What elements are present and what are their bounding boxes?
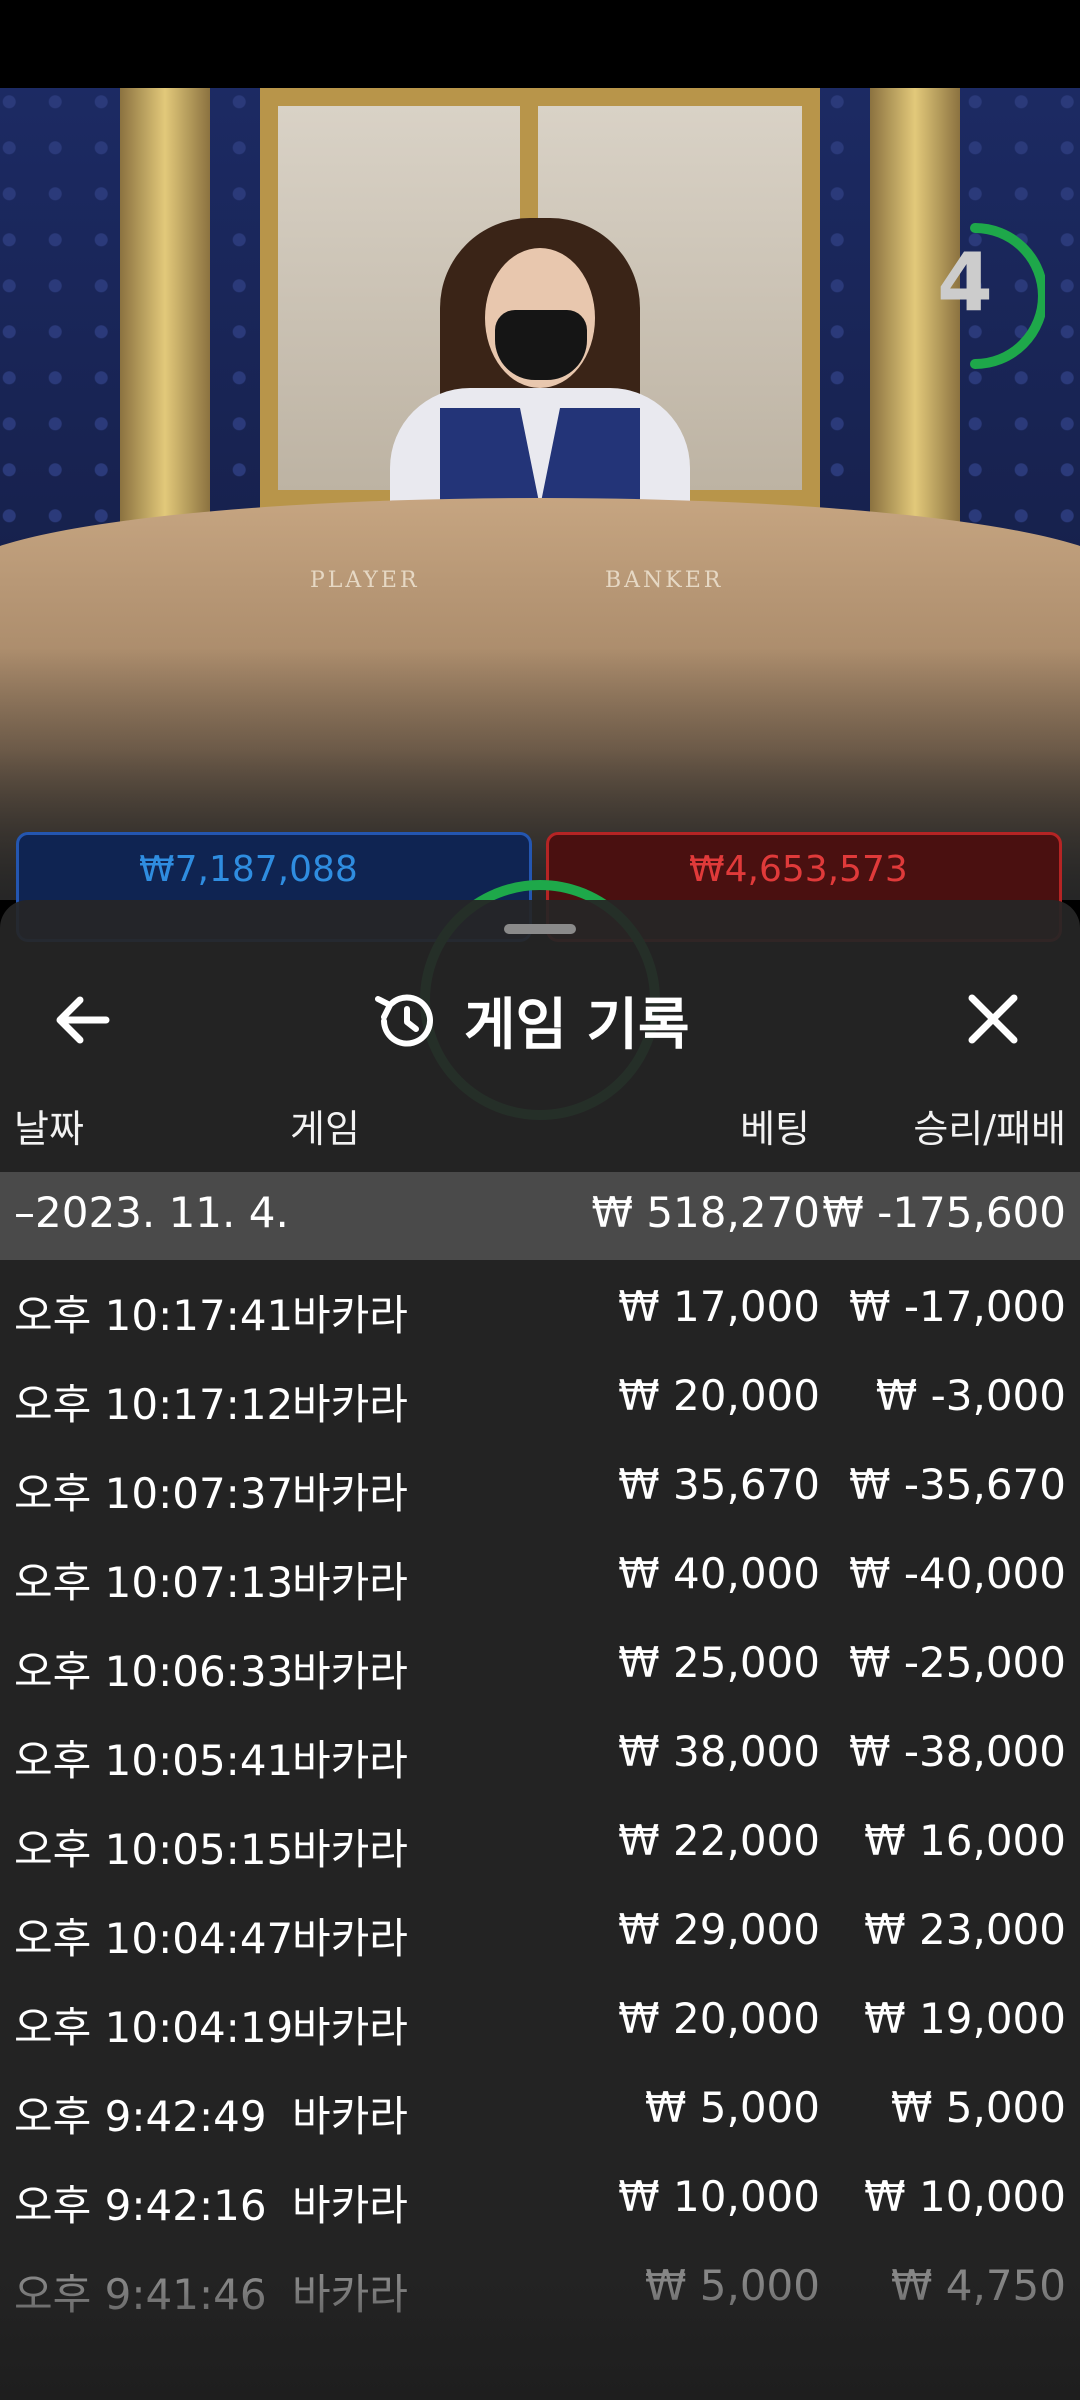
- row-bet: ₩ 35,670: [618, 1460, 820, 1509]
- dealer-mask: [495, 310, 587, 380]
- game-history-sheet: 게임 기록 날짜 게임 베팅 승리/패배 –2023. 11. 4. ₩ 518…: [0, 900, 1080, 2400]
- history-list: 오후 10:17:41 바카라 ₩ 17,000 ₩ -17,000 오후 10…: [0, 1262, 1080, 2330]
- history-row[interactable]: 오후 9:42:49 바카라 ₩ 5,000 ₩ 5,000: [0, 2063, 1080, 2152]
- row-time: 오후 9:42:49: [14, 2092, 267, 2141]
- history-row[interactable]: 오후 10:06:33 바카라 ₩ 25,000 ₩ -25,000: [0, 1618, 1080, 1707]
- row-bet: ₩ 10,000: [618, 2172, 820, 2221]
- column-header-bet: 베팅: [740, 1107, 810, 1151]
- row-win-loss: ₩ 23,000: [864, 1905, 1066, 1954]
- row-time: 오후 10:06:33: [14, 1647, 294, 1696]
- row-time: 오후 10:07:37: [14, 1469, 294, 1518]
- sheet-title: 게임 기록: [464, 992, 690, 1058]
- row-time: 오후 10:04:47: [14, 1914, 294, 1963]
- row-win-loss: ₩ -35,670: [849, 1460, 1066, 1509]
- row-bet: ₩ 40,000: [618, 1549, 820, 1598]
- gold-pillar: [120, 88, 210, 558]
- status-bar: [0, 0, 1080, 88]
- row-time: 오후 10:17:12: [14, 1380, 294, 1429]
- row-win-loss: ₩ -3,000: [875, 1371, 1066, 1420]
- history-row[interactable]: 오후 10:07:37 바카라 ₩ 35,670 ₩ -35,670: [0, 1440, 1080, 1529]
- column-header-game: 게임: [290, 1107, 360, 1151]
- row-bet: ₩ 22,000: [618, 1816, 820, 1865]
- row-game: 바카라: [292, 2181, 408, 2230]
- row-win-loss: ₩ -17,000: [849, 1282, 1066, 1331]
- row-win-loss: ₩ -40,000: [849, 1549, 1066, 1598]
- countdown-timer: 4: [935, 216, 1048, 376]
- history-icon: [375, 994, 433, 1047]
- row-game: 바카라: [292, 1914, 408, 1963]
- timer-value: 4: [937, 236, 993, 329]
- history-row[interactable]: 오후 10:17:12 바카라 ₩ 20,000 ₩ -3,000: [0, 1351, 1080, 1440]
- row-bet: ₩ 17,000: [618, 1282, 820, 1331]
- history-row[interactable]: 오후 10:04:47 바카라 ₩ 29,000 ₩ 23,000: [0, 1885, 1080, 1974]
- sheet-header: 게임 기록: [0, 960, 1080, 1080]
- row-time: 오후 10:05:41: [14, 1736, 294, 1785]
- row-game: 바카라: [292, 1825, 408, 1874]
- row-win-loss: ₩ 19,000: [864, 1994, 1066, 2043]
- row-game: 바카라: [292, 1736, 408, 1785]
- player-total: ₩7,187,088: [139, 849, 358, 890]
- live-dealer-video: PLAYER BANKER 4: [0, 88, 1080, 900]
- banker-total: ₩4,653,573: [689, 849, 908, 890]
- summary-win-loss: ₩ -175,600: [822, 1188, 1066, 1237]
- row-time: 오후 10:07:13: [14, 1558, 294, 1607]
- row-win-loss: ₩ 5,000: [890, 2083, 1066, 2132]
- history-row[interactable]: 오후 10:05:41 바카라 ₩ 38,000 ₩ -38,000: [0, 1707, 1080, 1796]
- history-row[interactable]: 오후 10:17:41 바카라 ₩ 17,000 ₩ -17,000: [0, 1262, 1080, 1351]
- back-button[interactable]: [46, 980, 126, 1060]
- row-bet: ₩ 20,000: [618, 1371, 820, 1420]
- row-time: 오후 10:05:15: [14, 1825, 294, 1874]
- arrow-left-icon: [56, 996, 110, 1044]
- table-label-banker: BANKER: [605, 568, 724, 593]
- close-icon: [968, 994, 1018, 1044]
- row-game: 바카라: [292, 1380, 408, 1429]
- row-bet: ₩ 20,000: [618, 1994, 820, 2043]
- row-win-loss: ₩ -25,000: [849, 1638, 1066, 1687]
- date-summary-row[interactable]: –2023. 11. 4. ₩ 518,270 ₩ -175,600: [0, 1172, 1080, 1260]
- column-header-date: 날짜: [14, 1107, 84, 1151]
- row-game: 바카라: [292, 1558, 408, 1607]
- history-row[interactable]: 오후 10:04:19 바카라 ₩ 20,000 ₩ 19,000: [0, 1974, 1080, 2063]
- row-game: 바카라: [292, 1291, 408, 1340]
- close-button[interactable]: [950, 980, 1036, 1060]
- summary-date: –2023. 11. 4.: [14, 1188, 289, 1237]
- row-bet: ₩ 38,000: [618, 1727, 820, 1776]
- row-win-loss: ₩ 16,000: [864, 1816, 1066, 1865]
- row-bet: ₩ 29,000: [618, 1905, 820, 1954]
- row-game: 바카라: [292, 2092, 408, 2141]
- table-label-player: PLAYER: [310, 568, 420, 593]
- sheet-title-group: 게임 기록: [370, 978, 690, 1062]
- row-game: 바카라: [292, 1469, 408, 1518]
- row-win-loss: ₩ -38,000: [849, 1727, 1066, 1776]
- row-bet: ₩ 25,000: [618, 1638, 820, 1687]
- row-bet: ₩ 5,000: [644, 2083, 820, 2132]
- drag-handle[interactable]: [504, 924, 576, 934]
- row-win-loss: ₩ 10,000: [864, 2172, 1066, 2221]
- row-game: 바카라: [292, 1647, 408, 1696]
- row-time: 오후 10:17:41: [14, 1291, 294, 1340]
- list-fade: [0, 2280, 1080, 2400]
- history-row[interactable]: 오후 10:07:13 바카라 ₩ 40,000 ₩ -40,000: [0, 1529, 1080, 1618]
- row-game: 바카라: [292, 2003, 408, 2052]
- history-row[interactable]: 오후 10:05:15 바카라 ₩ 22,000 ₩ 16,000: [0, 1796, 1080, 1885]
- column-header-win-loss: 승리/패배: [913, 1107, 1066, 1151]
- row-time: 오후 9:42:16: [14, 2181, 267, 2230]
- row-time: 오후 10:04:19: [14, 2003, 294, 2052]
- history-row[interactable]: 오후 9:42:16 바카라 ₩ 10,000 ₩ 10,000: [0, 2152, 1080, 2241]
- summary-bet: ₩ 518,270: [591, 1188, 820, 1237]
